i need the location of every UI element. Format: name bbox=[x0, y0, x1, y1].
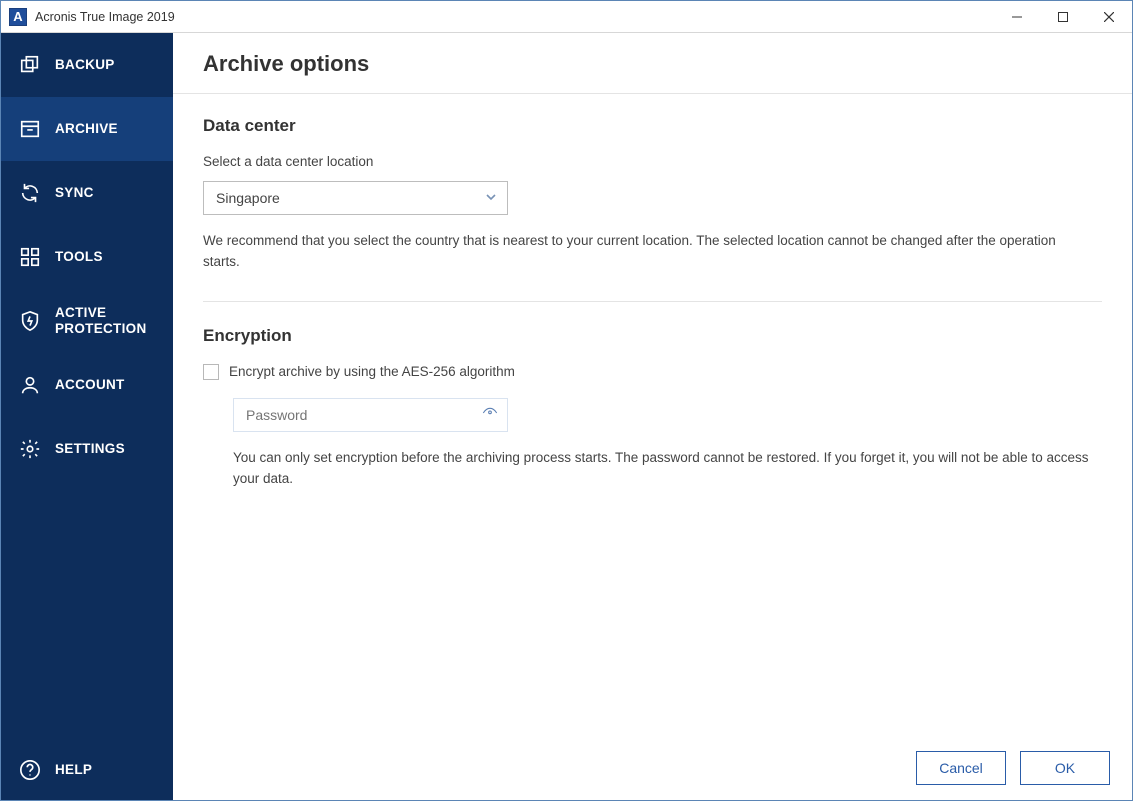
sidebar-item-tools[interactable]: TOOLS bbox=[1, 225, 173, 289]
sidebar-item-label: SYNC bbox=[55, 185, 94, 201]
sidebar-item-sync[interactable]: SYNC bbox=[1, 161, 173, 225]
sidebar-item-backup[interactable]: BACKUP bbox=[1, 33, 173, 97]
sidebar-item-label: TOOLS bbox=[55, 249, 103, 265]
app-icon: A bbox=[9, 8, 27, 26]
sidebar: BACKUP ARCHIVE bbox=[1, 33, 173, 800]
encrypt-checkbox-label: Encrypt archive by using the AES-256 alg… bbox=[229, 364, 515, 379]
minimize-button[interactable] bbox=[994, 1, 1040, 33]
section-heading-datacenter: Data center bbox=[203, 116, 1102, 136]
page-title: Archive options bbox=[203, 51, 1102, 77]
datacenter-select-value: Singapore bbox=[216, 190, 280, 206]
shield-icon bbox=[19, 310, 41, 332]
sidebar-item-label: SETTINGS bbox=[55, 441, 125, 457]
sidebar-item-label: HELP bbox=[55, 762, 92, 778]
app-window: A Acronis True Image 2019 bbox=[0, 0, 1133, 801]
datacenter-select[interactable]: Singapore bbox=[203, 181, 508, 215]
sidebar-item-label: BACKUP bbox=[55, 57, 115, 73]
page-content: Data center Select a data center locatio… bbox=[173, 94, 1132, 736]
sidebar-item-settings[interactable]: SETTINGS bbox=[1, 417, 173, 481]
sidebar-item-label: ACCOUNT bbox=[55, 377, 125, 393]
backup-icon bbox=[19, 54, 41, 76]
datacenter-label: Select a data center location bbox=[203, 154, 1102, 169]
encryption-help-text: You can only set encryption before the a… bbox=[233, 448, 1102, 490]
section-divider bbox=[203, 301, 1102, 302]
ok-button[interactable]: OK bbox=[1020, 751, 1110, 785]
footer-buttons: Cancel OK bbox=[173, 736, 1132, 800]
help-icon bbox=[19, 759, 41, 781]
sidebar-item-label: ARCHIVE bbox=[55, 121, 118, 137]
sidebar-item-label: ACTIVE PROTECTION bbox=[55, 305, 155, 337]
user-icon bbox=[19, 374, 41, 396]
main-pane: Archive options Data center Select a dat… bbox=[173, 33, 1132, 800]
eye-icon[interactable] bbox=[482, 406, 498, 424]
encryption-password-input[interactable] bbox=[233, 398, 508, 432]
titlebar: A Acronis True Image 2019 bbox=[1, 1, 1132, 33]
sidebar-item-active-protection[interactable]: ACTIVE PROTECTION bbox=[1, 289, 173, 353]
chevron-down-icon bbox=[485, 190, 497, 206]
gear-icon bbox=[19, 438, 41, 460]
cancel-button[interactable]: Cancel bbox=[916, 751, 1006, 785]
sidebar-item-account[interactable]: ACCOUNT bbox=[1, 353, 173, 417]
sync-icon bbox=[19, 182, 41, 204]
datacenter-help-text: We recommend that you select the country… bbox=[203, 231, 1093, 273]
maximize-button[interactable] bbox=[1040, 1, 1086, 33]
tools-icon bbox=[19, 246, 41, 268]
close-button[interactable] bbox=[1086, 1, 1132, 33]
encrypt-checkbox[interactable] bbox=[203, 364, 219, 380]
window-title: Acronis True Image 2019 bbox=[35, 10, 175, 24]
page-header: Archive options bbox=[173, 33, 1132, 94]
section-heading-encryption: Encryption bbox=[203, 326, 1102, 346]
sidebar-item-archive[interactable]: ARCHIVE bbox=[1, 97, 173, 161]
sidebar-item-help[interactable]: HELP bbox=[1, 740, 173, 800]
archive-icon bbox=[19, 118, 41, 140]
